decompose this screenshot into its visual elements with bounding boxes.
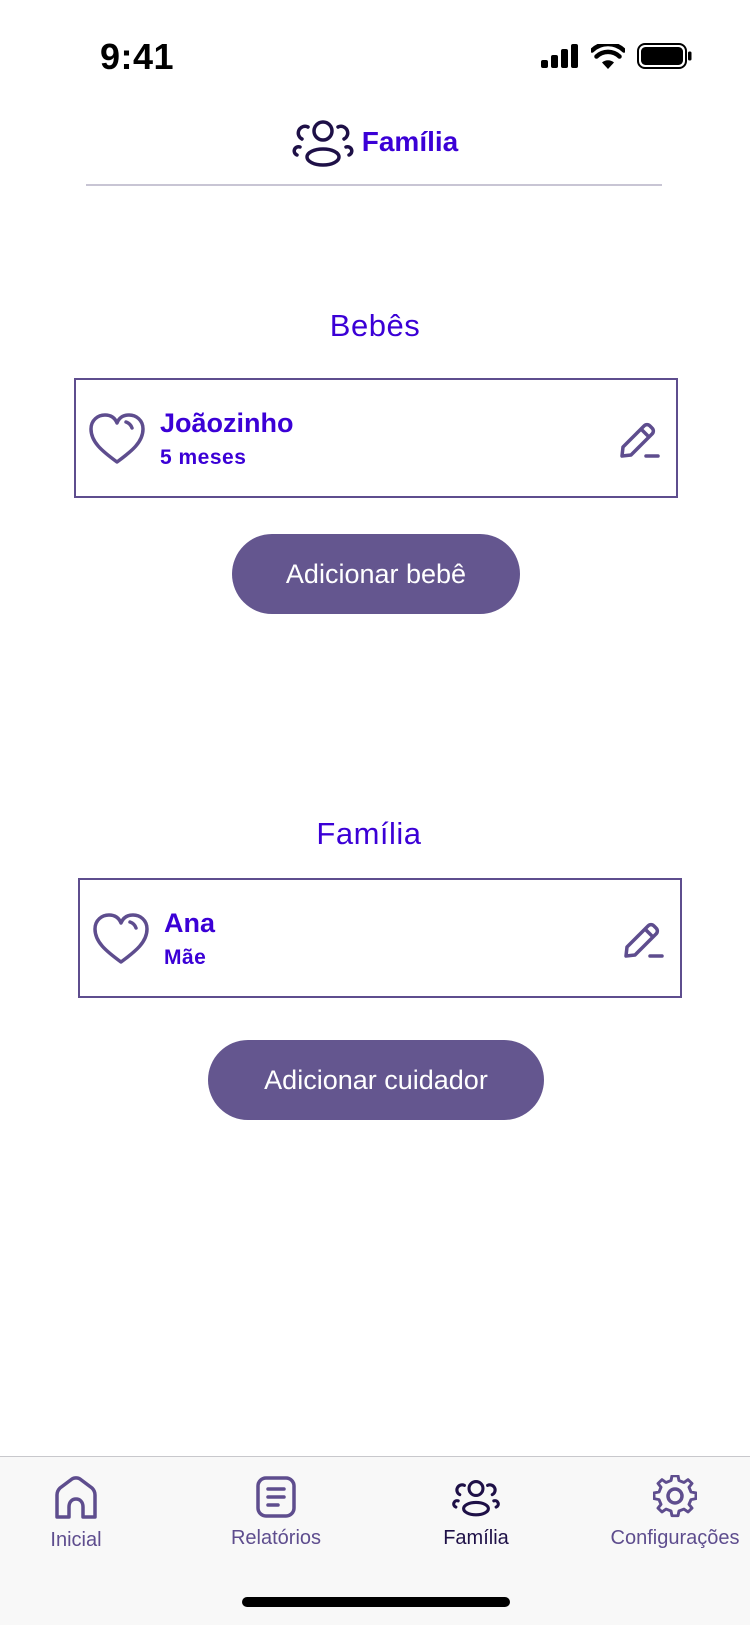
- family-icon: [292, 120, 354, 167]
- gear-icon: [653, 1475, 697, 1518]
- status-time: 9:41: [100, 36, 175, 77]
- edit-icon[interactable]: [618, 418, 660, 460]
- tab-label: Relatórios: [230, 1527, 322, 1549]
- report-icon: [256, 1476, 296, 1518]
- caregiver-card[interactable]: Ana Mãe: [78, 878, 682, 998]
- page-title: Família: [361, 126, 459, 157]
- baby-name: Joãozinho: [160, 408, 294, 438]
- tab-familia[interactable]: Família: [381, 1475, 571, 1550]
- tab-label: Inicial: [50, 1529, 102, 1551]
- tab-configuracoes[interactable]: Configurações: [580, 1475, 750, 1550]
- battery-icon: [637, 43, 692, 69]
- family-section-title: Família: [316, 816, 422, 851]
- baby-age: 5 meses: [160, 446, 247, 469]
- add-baby-button[interactable]: Adicionar bebê: [232, 534, 520, 614]
- caregiver-role: Mãe: [164, 946, 207, 969]
- cellular-signal-icon: [541, 44, 578, 68]
- add-caregiver-button[interactable]: Adicionar cuidador: [208, 1040, 544, 1120]
- babies-section-title: Bebês: [329, 308, 421, 343]
- tab-relatorios[interactable]: Relatórios: [181, 1475, 371, 1550]
- tab-inicial[interactable]: Inicial: [0, 1475, 171, 1552]
- heart-icon: [89, 413, 145, 464]
- heart-icon: [93, 913, 149, 964]
- wifi-icon: [591, 43, 625, 69]
- home-icon: [55, 1476, 97, 1519]
- caregiver-name: Ana: [164, 908, 216, 938]
- family-icon: [452, 1479, 500, 1517]
- baby-card[interactable]: Joãozinho 5 meses: [74, 378, 678, 498]
- status-bar: 9:41: [0, 0, 750, 100]
- home-indicator: [242, 1597, 510, 1607]
- tab-label: Família: [443, 1527, 509, 1549]
- edit-icon[interactable]: [622, 918, 664, 960]
- page-header: Família: [0, 112, 750, 172]
- status-icons: [541, 43, 693, 69]
- tab-label: Configurações: [610, 1527, 740, 1549]
- header-divider: [86, 184, 662, 186]
